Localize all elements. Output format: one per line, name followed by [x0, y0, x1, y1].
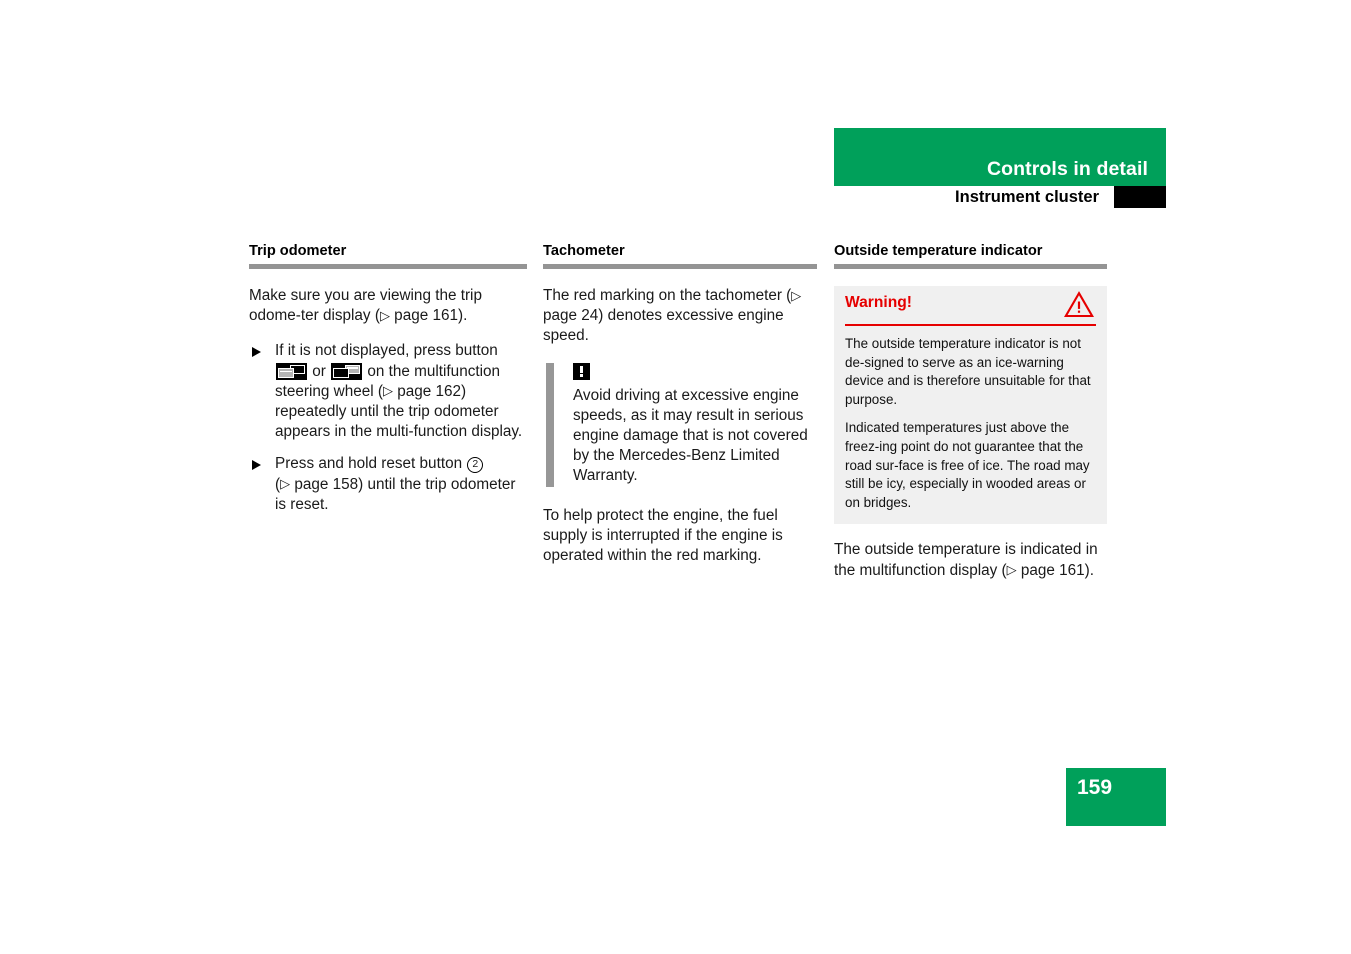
- heading-outside-temperature: Outside temperature indicator: [834, 243, 1043, 259]
- list-item: Press and hold reset button 2 (▷ page 158…: [249, 454, 527, 515]
- outside-temperature-closing: The outside temperature is indicated in …: [834, 540, 1107, 580]
- warning-title: Warning!: [845, 294, 912, 311]
- warning-paragraph: The outside temperature indicator is not…: [845, 336, 1091, 407]
- section-title: Instrument cluster: [955, 188, 1099, 206]
- triangle-bullet-icon: [252, 459, 261, 470]
- caution-text: Avoid driving at excessive engine speeds…: [573, 386, 808, 485]
- chapter-title: Controls in detail: [986, 158, 1148, 180]
- tachometer-paragraph-1: The red marking on the tachometer (▷ pag…: [543, 286, 817, 347]
- mfs-button-back-icon: [331, 362, 363, 380]
- page-reference-arrow-icon: ▷: [280, 476, 291, 492]
- page-reference-arrow-icon: ▷: [382, 383, 393, 399]
- trip-odometer-steps: If it is not displayed, press button or …: [249, 341, 527, 515]
- column-outside-temperature-indicator: Outside temperature indicator Warning! T…: [834, 243, 1107, 581]
- column-trip-odometer: Trip odometer Make sure you are viewing …: [249, 243, 527, 515]
- tach-p1-part2: page 24) denotes excessive engine speed.: [543, 307, 784, 345]
- caution-side-bar: [546, 362, 554, 487]
- warning-paragraph: Indicated temperatures just above the fr…: [845, 420, 1090, 510]
- step2-text-after-part2: page 158) until the trip odometer is res…: [275, 475, 516, 513]
- step1-text-before-icon: If it is not displayed, press button: [275, 342, 498, 360]
- page-reference-arrow-icon: ▷: [1006, 562, 1017, 578]
- triangle-bullet-icon: [252, 346, 261, 357]
- list-item: If it is not displayed, press button or …: [249, 341, 527, 442]
- heading-rule: [834, 264, 1107, 269]
- page-reference-arrow-icon: ▷: [791, 287, 802, 303]
- column-tachometer: Tachometer The red marking on the tachom…: [543, 243, 817, 566]
- section-header-row: Instrument cluster: [834, 186, 1166, 208]
- mfs-button-forward-icon: [276, 362, 307, 380]
- caution-note: Avoid driving at excessive engine speeds…: [546, 362, 817, 487]
- intro-page-reference: page 161).: [389, 307, 468, 325]
- warning-triangle-icon: [1064, 291, 1094, 318]
- heading-rule: [249, 264, 527, 269]
- tach-p1-part1: The red marking on the tachometer (: [543, 287, 792, 304]
- heading-trip-odometer: Trip odometer: [249, 243, 347, 259]
- step1-text-between: or: [312, 362, 331, 380]
- trip-odometer-intro: Make sure you are viewing the trip odome…: [249, 286, 527, 326]
- chapter-header-banner: Controls in detail: [834, 128, 1166, 186]
- warning-header: Warning!: [845, 286, 1096, 326]
- closing-part2: page 161).: [1016, 561, 1095, 579]
- heading-rule: [543, 264, 817, 269]
- page-number: 159: [1077, 776, 1113, 799]
- page-number-block: 159: [1066, 768, 1166, 826]
- exclamation-icon: [573, 362, 590, 380]
- tachometer-paragraph-2: To help protect the engine, the fuel sup…: [543, 506, 783, 565]
- page-reference-arrow-icon: ▷: [379, 307, 390, 323]
- heading-tachometer: Tachometer: [543, 243, 625, 259]
- warning-box: Warning! The outside temperature indicat…: [834, 286, 1107, 525]
- warning-body: The outside temperature indicator is not…: [834, 326, 1107, 524]
- chapter-edge-tab: [1114, 186, 1166, 208]
- callout-number-2: 2: [467, 457, 484, 474]
- step2-text-before-number: Press and hold reset button: [275, 455, 467, 473]
